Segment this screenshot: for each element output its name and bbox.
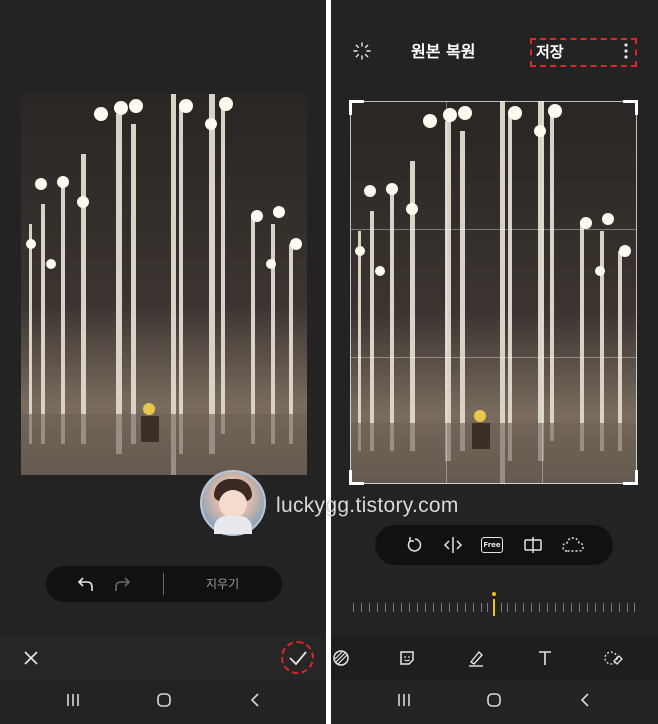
recent-apps-icon[interactable] xyxy=(62,690,84,710)
home-icon[interactable] xyxy=(483,690,505,710)
rotate-icon[interactable] xyxy=(403,534,427,556)
drawing-screen: 지우기 xyxy=(0,0,326,724)
text-icon[interactable] xyxy=(533,647,557,669)
home-icon[interactable] xyxy=(153,690,175,710)
ruler-center-marker[interactable] xyxy=(493,599,495,616)
system-nav-bar xyxy=(0,676,326,724)
free-ratio-icon[interactable]: Free xyxy=(479,534,505,556)
back-icon[interactable] xyxy=(244,690,266,710)
restore-original-title[interactable]: 원본 복원 xyxy=(411,38,475,62)
blog-watermark: luckygg.tistory.com xyxy=(276,494,459,517)
split-view-icon[interactable] xyxy=(521,534,545,556)
ruler-indicator-dot xyxy=(492,592,496,596)
object-eraser-icon[interactable] xyxy=(601,647,625,669)
pill-divider xyxy=(163,573,164,595)
transform-tool-pill: Free xyxy=(375,525,613,565)
streetlamps-image xyxy=(21,94,307,475)
undo-icon[interactable] xyxy=(74,573,98,595)
system-nav-bar xyxy=(331,676,658,724)
drawing-tool-pill: 지우기 xyxy=(46,566,282,602)
edit-tools-bar xyxy=(331,636,658,680)
save-label: 저장 xyxy=(536,43,564,61)
free-ratio-label: Free xyxy=(481,537,503,553)
filter-icon[interactable] xyxy=(331,647,353,669)
streetlamps-image xyxy=(350,101,637,484)
more-options-icon[interactable] xyxy=(619,40,633,62)
sticker-icon[interactable] xyxy=(395,647,419,669)
bottom-action-bar xyxy=(0,635,326,679)
redo-icon[interactable] xyxy=(110,573,134,595)
check-highlight-marker xyxy=(281,641,314,674)
crop-edit-screen: 원본 복원 저장 Free xyxy=(331,0,658,724)
auto-enhance-icon[interactable] xyxy=(351,40,373,62)
flip-icon[interactable] xyxy=(441,534,465,556)
photo-canvas[interactable] xyxy=(350,101,637,484)
profile-avatar xyxy=(200,470,266,536)
close-icon[interactable] xyxy=(20,647,42,669)
lasso-icon[interactable] xyxy=(561,534,585,556)
back-icon[interactable] xyxy=(574,690,596,710)
erase-button[interactable]: 지우기 xyxy=(206,575,239,592)
photo-canvas[interactable] xyxy=(21,94,307,475)
rotation-ruler[interactable] xyxy=(353,592,635,616)
recent-apps-icon[interactable] xyxy=(393,690,415,710)
draw-pen-icon[interactable] xyxy=(464,647,488,669)
